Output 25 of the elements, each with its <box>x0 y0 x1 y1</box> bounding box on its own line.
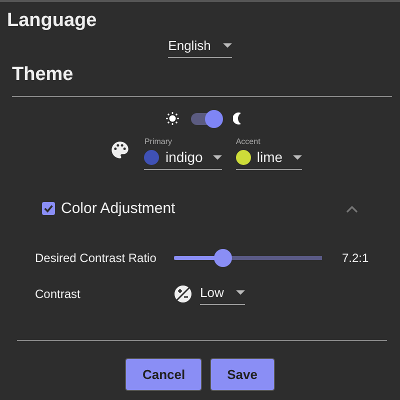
caret-icon <box>222 43 232 48</box>
caret-icon <box>236 290 245 295</box>
cancel-button[interactable]: Cancel <box>125 358 202 391</box>
field-label: Accent <box>236 137 262 146</box>
checkbox[interactable] <box>42 202 55 215</box>
color-dropdown[interactable]: indigo <box>144 147 222 170</box>
color-dropdown[interactable]: lime <box>236 147 302 170</box>
section-heading: Language <box>7 10 98 32</box>
chevron-icon[interactable] <box>346 204 358 212</box>
caret-icon <box>212 154 222 160</box>
palette-icon <box>110 140 130 160</box>
language-dropdown[interactable]: English <box>168 36 232 58</box>
sun-icon <box>166 112 178 125</box>
slider-label: Desired Contrast Ratio <box>35 251 158 265</box>
section-heading: Theme <box>12 64 74 86</box>
field-label: Contrast <box>35 287 82 301</box>
dark-mode-switch[interactable] <box>190 112 220 124</box>
field-label: Primary <box>144 137 174 146</box>
slider-value: 7.2:1 <box>342 251 369 265</box>
contrast-icon <box>174 285 192 303</box>
caret-icon <box>292 154 302 160</box>
contrast-dropdown[interactable]: Low <box>200 283 245 305</box>
moon-icon <box>232 112 242 125</box>
checkbox-label: Color Adjustment <box>61 200 176 217</box>
save-button[interactable]: Save <box>210 358 274 391</box>
